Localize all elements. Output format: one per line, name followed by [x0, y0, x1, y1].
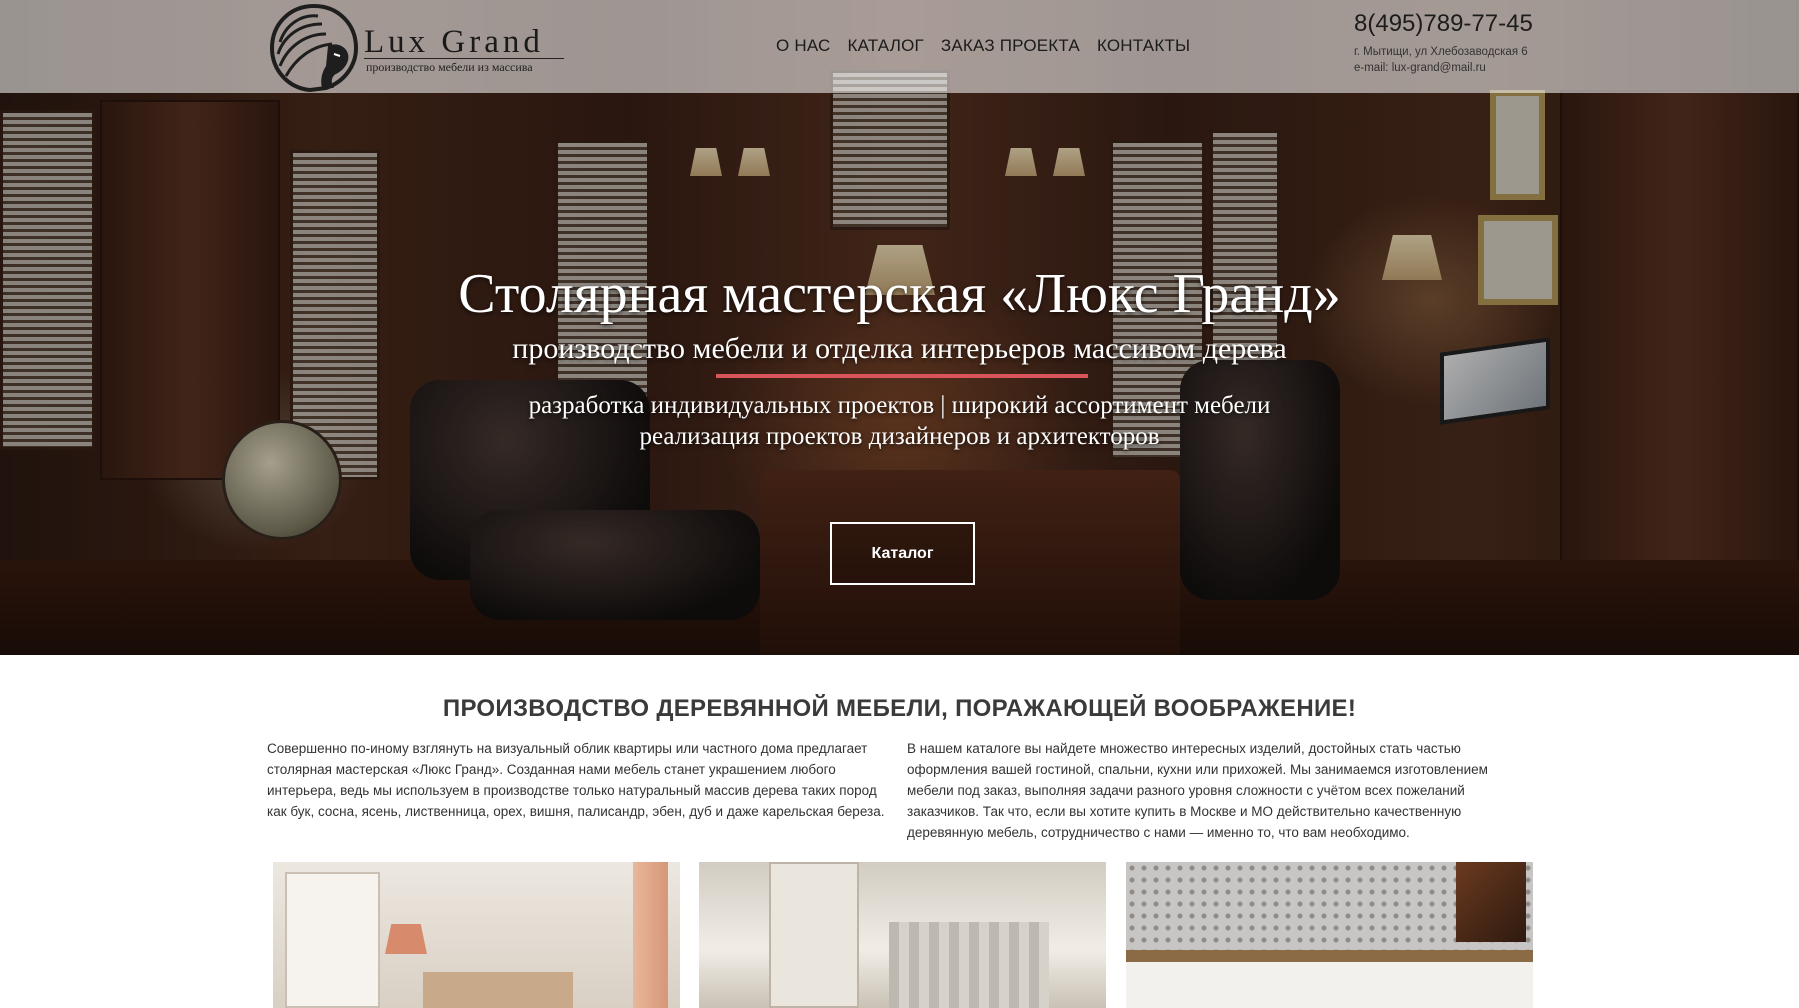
hero-subtitle: производство мебели и отделка интерьеров… [512, 332, 1287, 365]
writing-desk [423, 972, 573, 1008]
table-lamp [385, 924, 427, 954]
gallery-image-3[interactable] [1126, 862, 1533, 1008]
logo-tagline: производство мебели из массива [366, 60, 533, 74]
address: г. Мытищи, ул Хлебозаводская 6 [1354, 46, 1528, 58]
main-nav: О НАС КАТАЛОГ ЗАКАЗ ПРОЕКТА КОНТАКТЫ [776, 36, 1190, 56]
hero-line-1: разработка индивидуальных проектов | шир… [528, 392, 1271, 419]
site-logo[interactable]: Lux Grand производство мебели из массива [266, 2, 576, 92]
hero-line-2: реализация проектов дизайнеров и архитек… [639, 423, 1160, 450]
hero-divider [716, 374, 1088, 378]
gallery-image-1[interactable] [273, 862, 680, 1008]
catalog-button[interactable]: Каталог [830, 522, 975, 585]
wall-art [1456, 862, 1526, 942]
white-wardrobe [769, 862, 859, 1008]
intro-text-right: В нашем каталоге вы найдете множество ин… [907, 741, 1488, 840]
header-contacts: 8(495)789-77-45 г. Мытищи, ул Хлебозавод… [1354, 10, 1554, 76]
nav-item-project-order[interactable]: ЗАКАЗ ПРОЕКТА [941, 36, 1080, 56]
nav-item-about[interactable]: О НАС [776, 36, 830, 56]
intro-text-left: Совершенно по-иному взглянуть на визуаль… [267, 741, 885, 819]
curtain [889, 922, 1049, 1008]
site-header: Lux Grand производство мебели из массива… [0, 0, 1799, 93]
logo-divider [364, 58, 564, 59]
email[interactable]: e-mail: lux-grand@mail.ru [1354, 60, 1554, 76]
logo-brand: Lux Grand [364, 24, 544, 60]
phone-number[interactable]: 8(495)789-77-45 [1354, 10, 1554, 38]
white-cabinet [285, 872, 380, 1008]
hero-title: Столярная мастерская «Люкс Гранд» [458, 263, 1341, 325]
gallery-image-2[interactable] [699, 862, 1106, 1008]
lion-logo-icon [269, 3, 359, 92]
nav-item-catalog[interactable]: КАТАЛОГ [847, 36, 923, 56]
curtain [633, 862, 668, 1008]
wall-panel [1126, 962, 1533, 1008]
section-title: ПРОИЗВОДСТВО ДЕРЕВЯННОЙ МЕБЕЛИ, ПОРАЖАЮЩ… [442, 695, 1357, 722]
wood-rail [1126, 950, 1533, 962]
nav-item-contacts[interactable]: КОНТАКТЫ [1097, 36, 1190, 56]
